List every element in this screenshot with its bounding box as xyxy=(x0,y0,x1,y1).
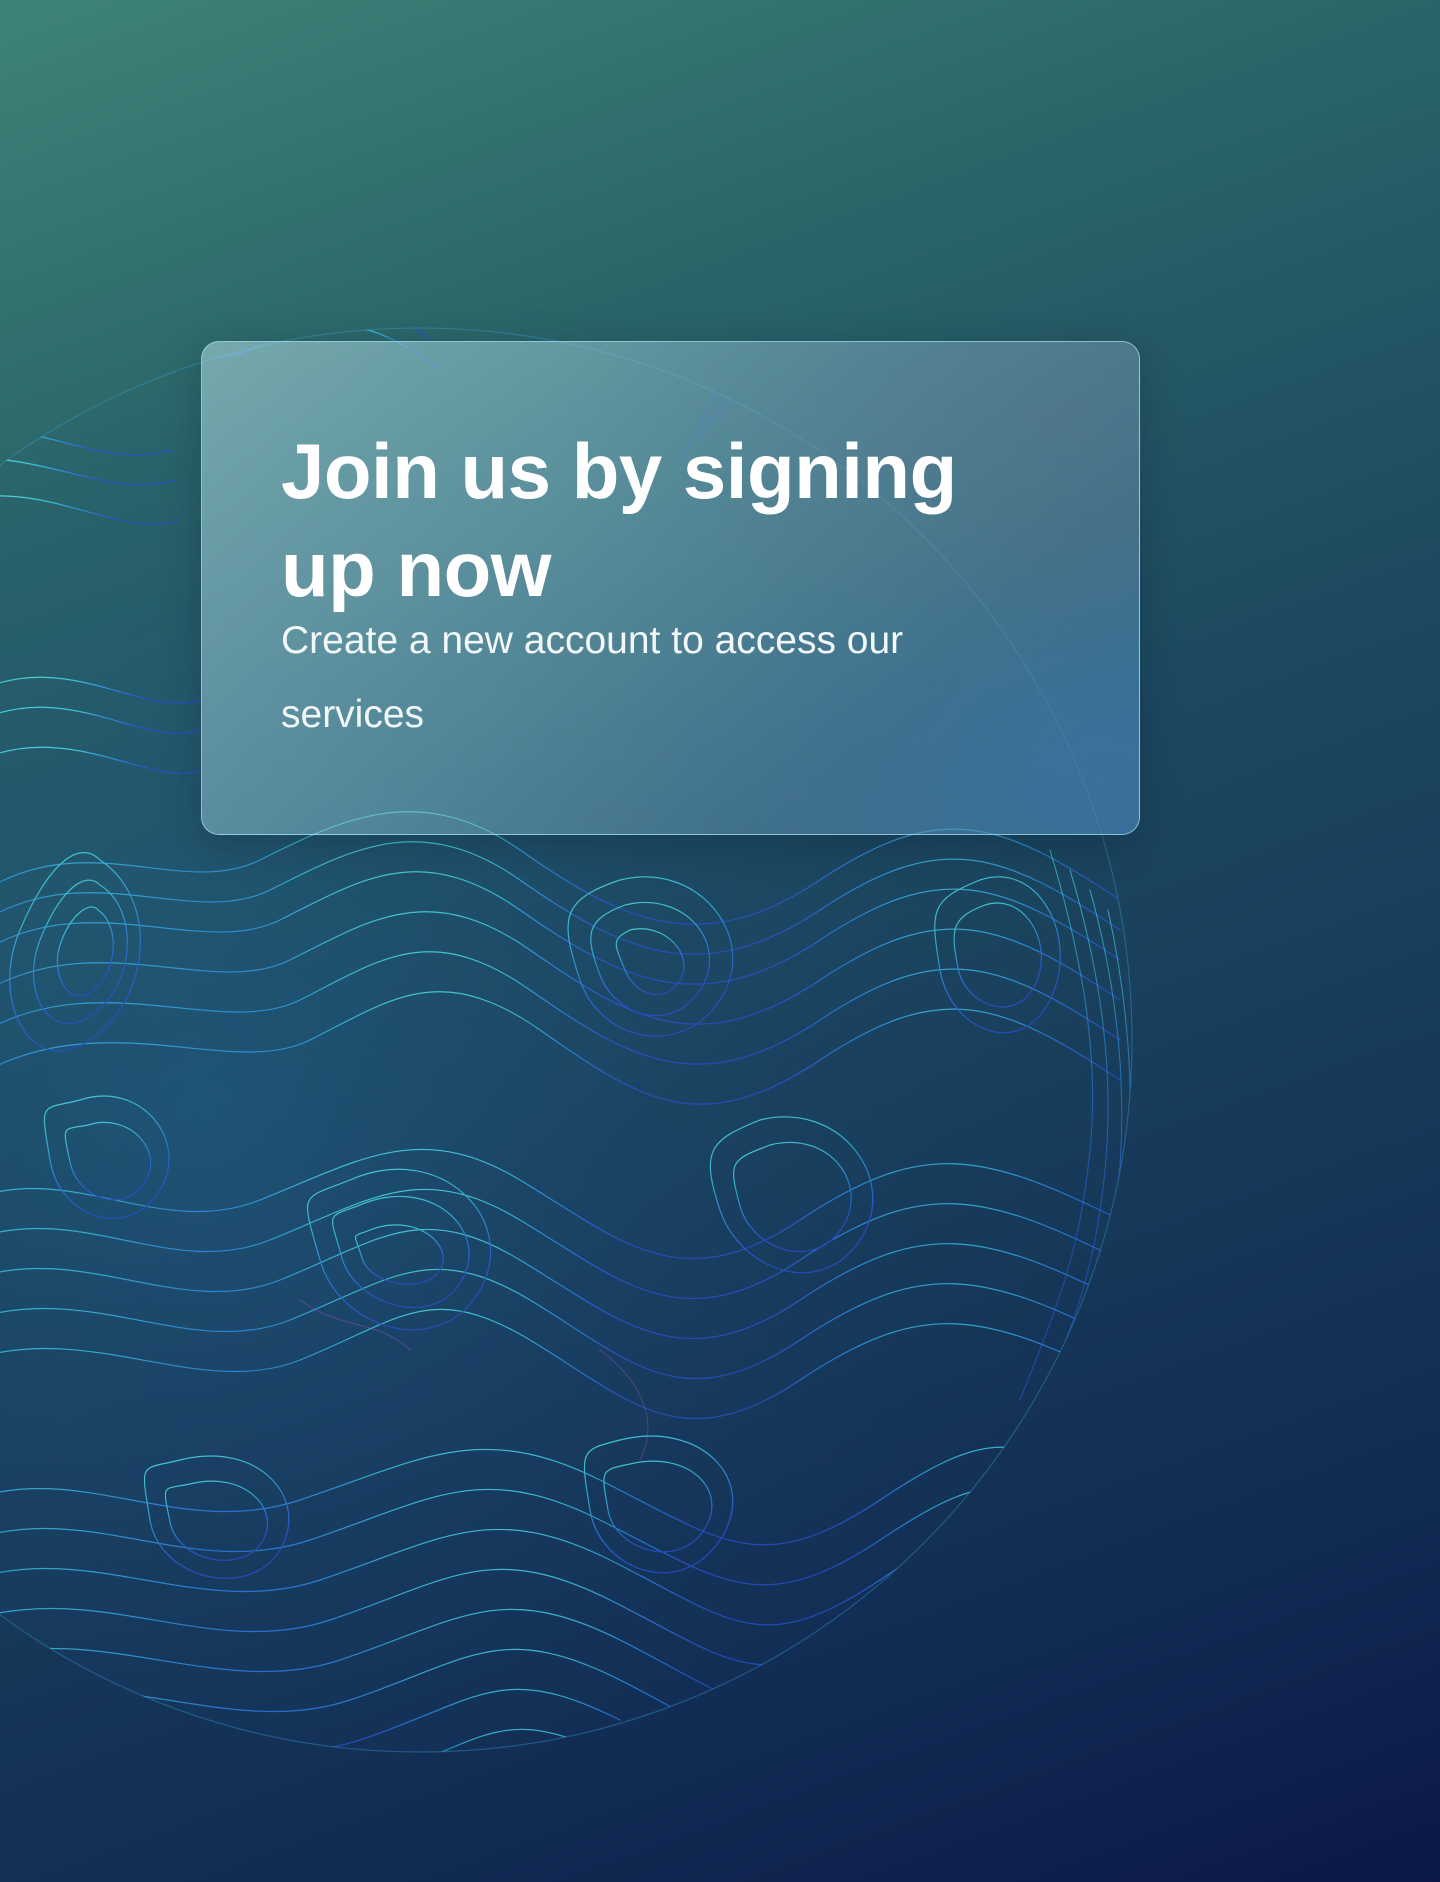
hero-card: Join us by signing up now Create a new a… xyxy=(201,341,1140,835)
page-subtitle: Create a new account to access our servi… xyxy=(281,619,904,736)
page-title: Join us by signing up now xyxy=(281,427,957,613)
contour-sphere-background xyxy=(0,327,1133,1753)
hero-card-content: Join us by signing up now Create a new a… xyxy=(281,422,1021,752)
